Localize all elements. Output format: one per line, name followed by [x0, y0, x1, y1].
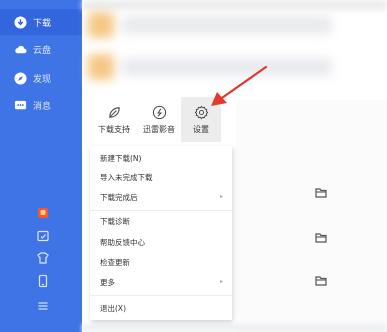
leaf-icon [107, 105, 122, 120]
settings-label: 设置 [193, 124, 209, 134]
media-player-icon [152, 105, 167, 120]
menu-item-diagnose[interactable]: 下载诊断 [90, 214, 232, 229]
chevron-right-icon: ▸ [219, 278, 223, 285]
compass-icon [14, 71, 27, 85]
sidebar-item-label: 发现 [33, 74, 52, 85]
menu-item-new-download[interactable]: 新建下载(N) [90, 151, 232, 166]
screenshot-icon[interactable] [36, 229, 50, 243]
folder-icon[interactable] [315, 228, 327, 243]
folder-icon[interactable] [315, 271, 327, 286]
media-player-label: 迅雷影音 [143, 124, 175, 134]
menu-divider [90, 210, 232, 211]
menu-item-after-download[interactable]: 下载完成后 ▸ [90, 190, 232, 205]
chevron-right-icon: ▸ [219, 193, 223, 200]
gift-icon[interactable] [36, 206, 50, 220]
message-icon [14, 99, 27, 112]
menu-item-import-unfinished[interactable]: 导入未完成下载 [90, 170, 232, 185]
detail-panel [236, 100, 387, 332]
hamburger-menu-icon[interactable] [36, 299, 50, 313]
sidebar-item-label: 云盘 [33, 45, 52, 56]
skin-icon[interactable] [36, 251, 50, 265]
sidebar: 下载 云盘 发现 消息 [0, 0, 82, 332]
menu-item-check-update[interactable]: 检查更新 [90, 255, 232, 270]
folder-icon[interactable] [315, 183, 327, 198]
sidebar-item-label: 下载 [33, 18, 52, 29]
cloud-icon [14, 43, 27, 56]
menu-item-exit[interactable]: 退出(X) [90, 301, 232, 316]
download-icon [14, 15, 27, 29]
download-support-button[interactable]: 下载支持 [92, 97, 136, 142]
menu-item-more[interactable]: 更多 ▸ [90, 275, 232, 290]
media-player-button[interactable]: 迅雷影音 [137, 97, 181, 142]
annotation-arrow-icon [211, 65, 268, 106]
sidebar-item-download[interactable]: 下载 [0, 9, 82, 35]
sidebar-item-label: 消息 [33, 101, 52, 112]
menu-divider [90, 295, 232, 296]
task-row-blurred [82, 2, 387, 46]
download-support-label: 下载支持 [98, 124, 130, 134]
sidebar-item-discover[interactable]: 发现 [0, 65, 82, 91]
menu-item-feedback[interactable]: 帮助反馈中心 [90, 235, 232, 250]
phone-icon[interactable] [36, 274, 50, 288]
main-menu: 新建下载(N) 导入未完成下载 下载完成后 ▸ 下载诊断 帮助反馈中心 检查更新… [90, 146, 232, 320]
sidebar-item-cloud[interactable]: 云盘 [0, 36, 82, 62]
sidebar-item-messages[interactable]: 消息 [0, 92, 82, 118]
